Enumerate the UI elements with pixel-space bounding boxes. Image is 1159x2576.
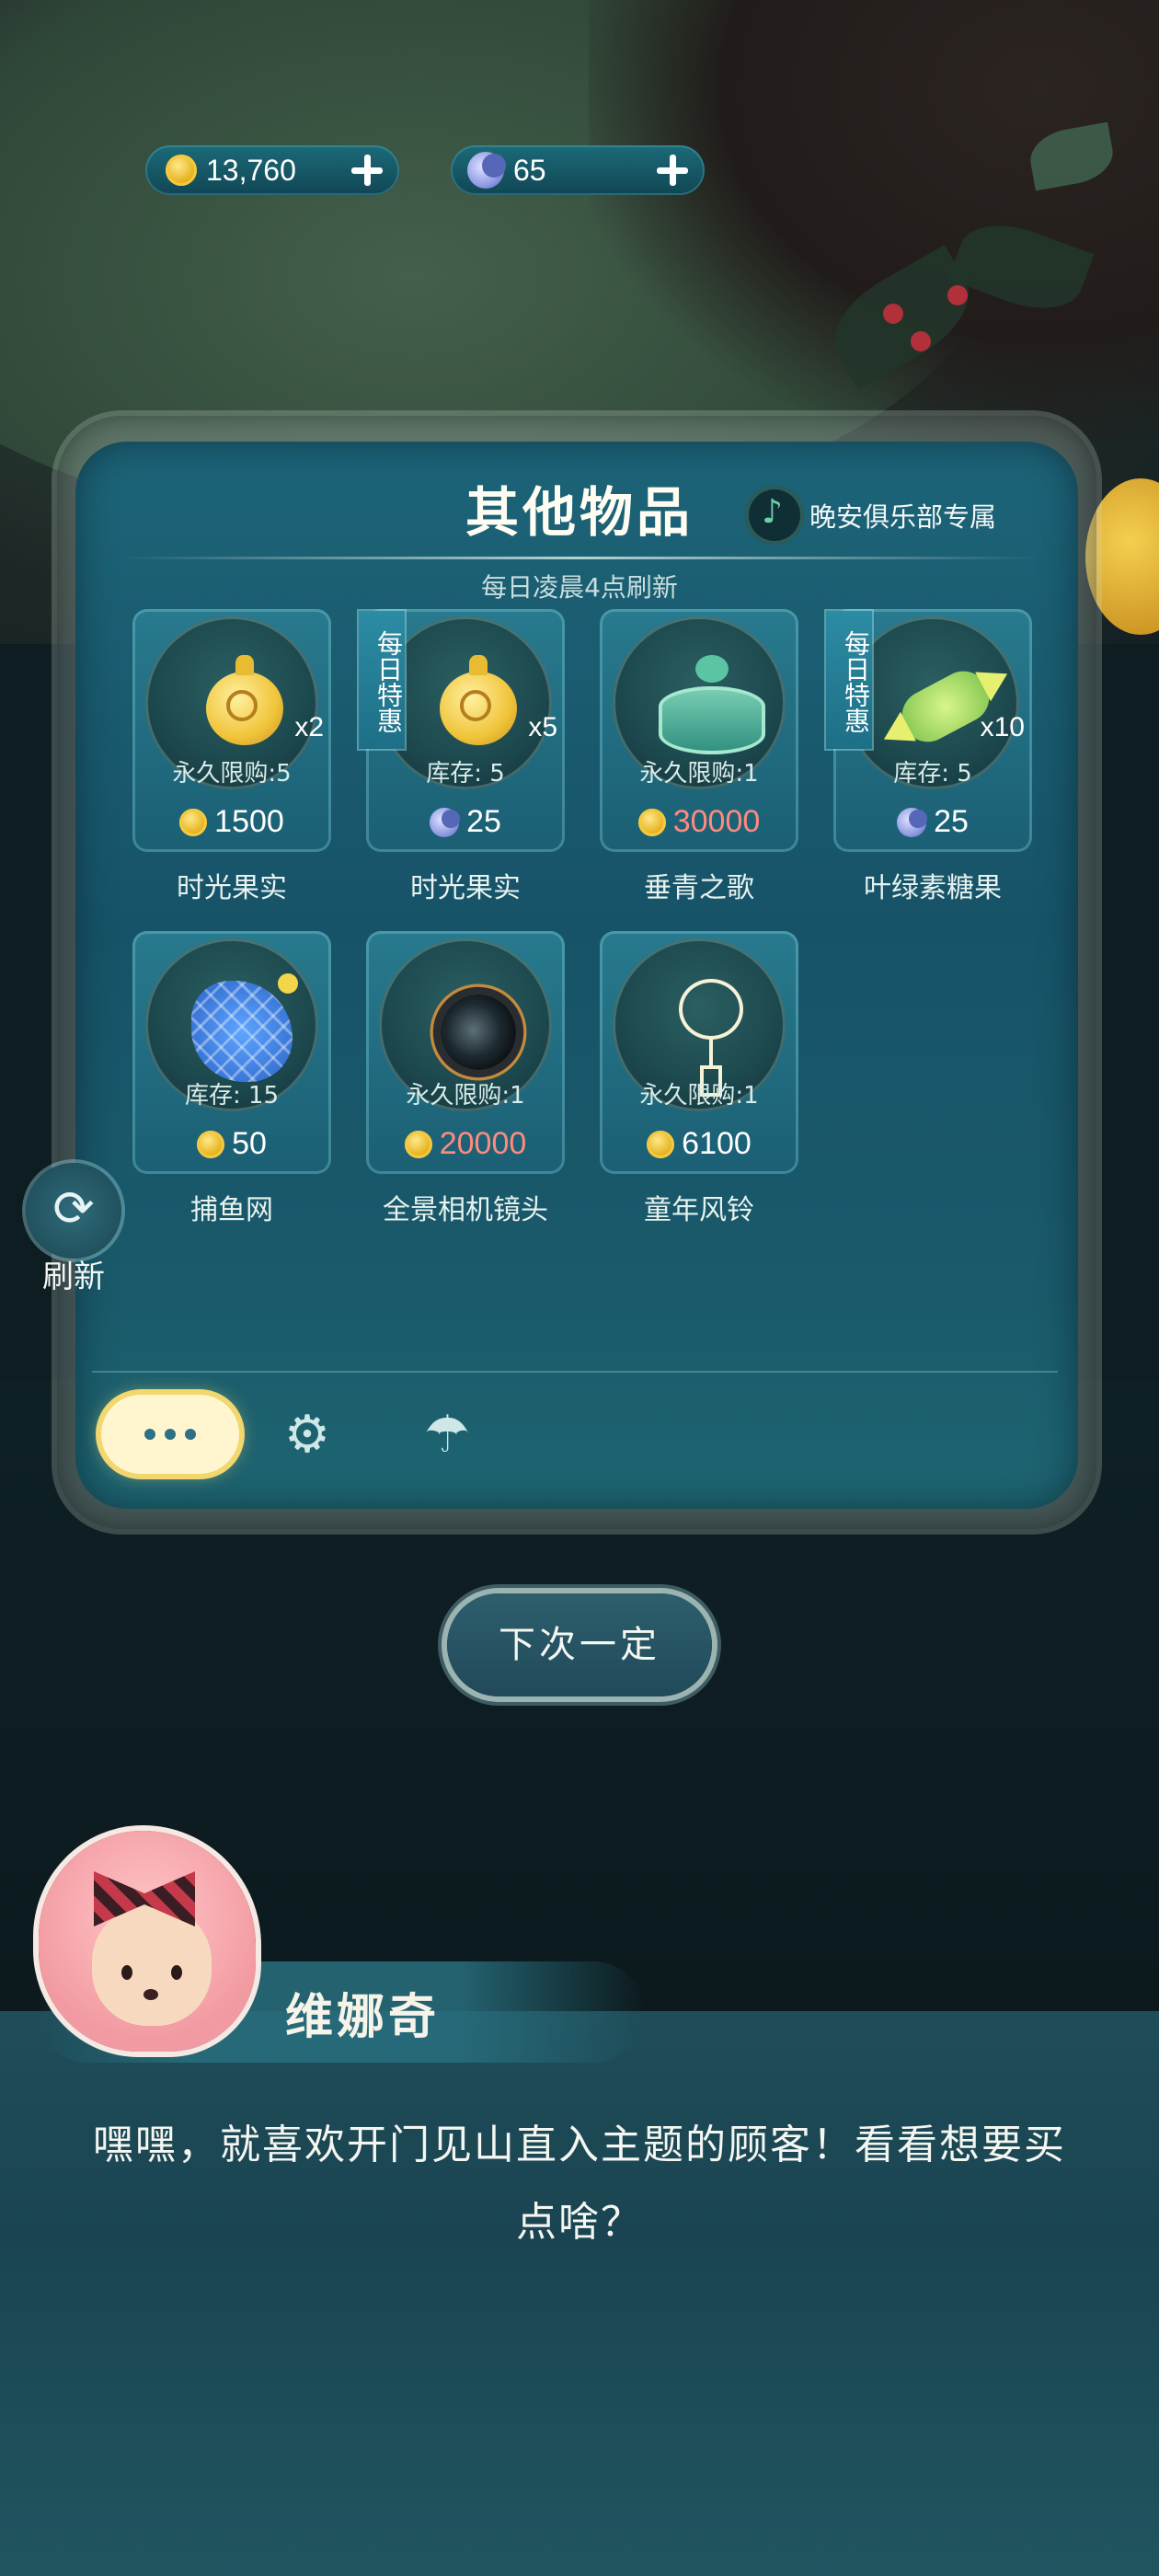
club-exclusive-badge[interactable]: 晚安俱乐部专属: [745, 486, 996, 545]
add-moons-button[interactable]: [653, 151, 692, 190]
item-limit: 库存: 5: [893, 760, 972, 788]
item-limit: 库存: 15: [184, 1082, 280, 1110]
dialogue-text: 嘿嘿，就喜欢开门见山直入主题的顾客！看看想要买点啥？: [93, 2122, 1066, 2246]
item-card[interactable]: 永久限购:1 30000 垂青之歌: [600, 609, 798, 904]
camera-lens-icon: [430, 983, 527, 1081]
item-card[interactable]: 永久限购:1 6100 童年风铃: [600, 931, 798, 1226]
item-name: 童年风铃: [644, 1194, 754, 1226]
item-limit: 永久限购:1: [639, 760, 759, 788]
moon-balance: 65: [451, 145, 705, 195]
dialogue-box[interactable]: [0, 2011, 1159, 2576]
club-label: 晚安俱乐部专属: [809, 501, 997, 533]
item-name: 垂青之歌: [644, 872, 754, 904]
title-divider: [120, 557, 1039, 559]
item-card[interactable]: 库存: 15 50 捕鱼网: [132, 931, 331, 1226]
tab-more[interactable]: [101, 1395, 239, 1474]
daily-deal-tag: 每日特惠: [359, 611, 405, 749]
item-price: 6100: [600, 1126, 798, 1162]
more-dot-icon: [185, 1429, 196, 1440]
item-name: 时光果实: [177, 872, 287, 904]
fishing-net-icon: [191, 973, 298, 1082]
time-fruit-icon: [440, 655, 517, 745]
item-price: 30000: [600, 804, 798, 840]
item-card[interactable]: 每日特惠 x10 库存: 5 25 叶绿素糖果: [826, 609, 1032, 904]
item-price: 20000: [366, 1126, 565, 1162]
coin-icon: [179, 808, 208, 836]
item-card[interactable]: 永久限购:1 20000 全景相机镜头: [366, 931, 565, 1226]
refresh-button[interactable]: ⟳: [26, 1163, 121, 1259]
item-price: 25: [833, 804, 1032, 840]
moon-icon: [897, 807, 928, 837]
moon-amount: 65: [513, 153, 546, 187]
music-box-icon: [659, 655, 765, 754]
tab-fish-icon[interactable]: ⚙: [270, 1398, 344, 1472]
item-card[interactable]: x2 永久限购:5 1500 时光果实: [132, 609, 331, 904]
moon-icon: [467, 152, 506, 189]
coin-icon: [166, 155, 197, 186]
item-limit: 永久限购:1: [639, 1082, 759, 1110]
item-name: 时光果实: [410, 872, 521, 904]
more-dot-icon: [144, 1429, 155, 1440]
club-icon: [745, 486, 804, 545]
refresh-icon: ⟳: [52, 1179, 95, 1237]
coin-icon: [637, 808, 666, 836]
speaker-avatar: [39, 1831, 256, 2061]
item-card[interactable]: 每日特惠 x5 库存: 5 25 时光果实: [359, 609, 565, 904]
refresh-label: 刷新: [42, 1259, 105, 1295]
moon-icon: [430, 807, 461, 837]
item-price: 50: [132, 1126, 331, 1162]
tab-divider: [92, 1371, 1058, 1373]
coin-icon: [197, 1130, 225, 1158]
refresh-note: 每日凌晨4点刷新: [481, 572, 678, 603]
item-quantity: x10: [980, 712, 1025, 742]
item-quantity: x2: [294, 712, 324, 742]
item-price: 1500: [132, 804, 331, 840]
coin-icon: [647, 1130, 675, 1158]
time-fruit-icon: [206, 655, 283, 745]
item-name: 全景相机镜头: [383, 1194, 548, 1226]
more-dot-icon: [165, 1429, 176, 1440]
item-price: 25: [366, 804, 565, 840]
item-limit: 库存: 5: [426, 760, 505, 788]
item-limit: 永久限购:5: [172, 760, 292, 788]
wind-chime-icon: [679, 979, 743, 1097]
item-limit: 永久限购:1: [406, 1082, 525, 1110]
item-name: 捕鱼网: [190, 1194, 273, 1226]
item-quantity: x5: [528, 712, 557, 742]
add-coins-button[interactable]: [348, 151, 386, 190]
next-time-button[interactable]: 下次一定: [447, 1593, 712, 1696]
coin-balance: 13,760: [145, 145, 399, 195]
speaker-name: 维娜奇: [285, 1990, 441, 2045]
coin-amount: 13,760: [206, 153, 296, 187]
item-name: 叶绿素糖果: [864, 872, 1002, 904]
coin-icon: [404, 1130, 432, 1158]
daily-deal-tag: 每日特惠: [826, 611, 872, 749]
tab-umbrella-icon[interactable]: ☂: [410, 1398, 484, 1472]
